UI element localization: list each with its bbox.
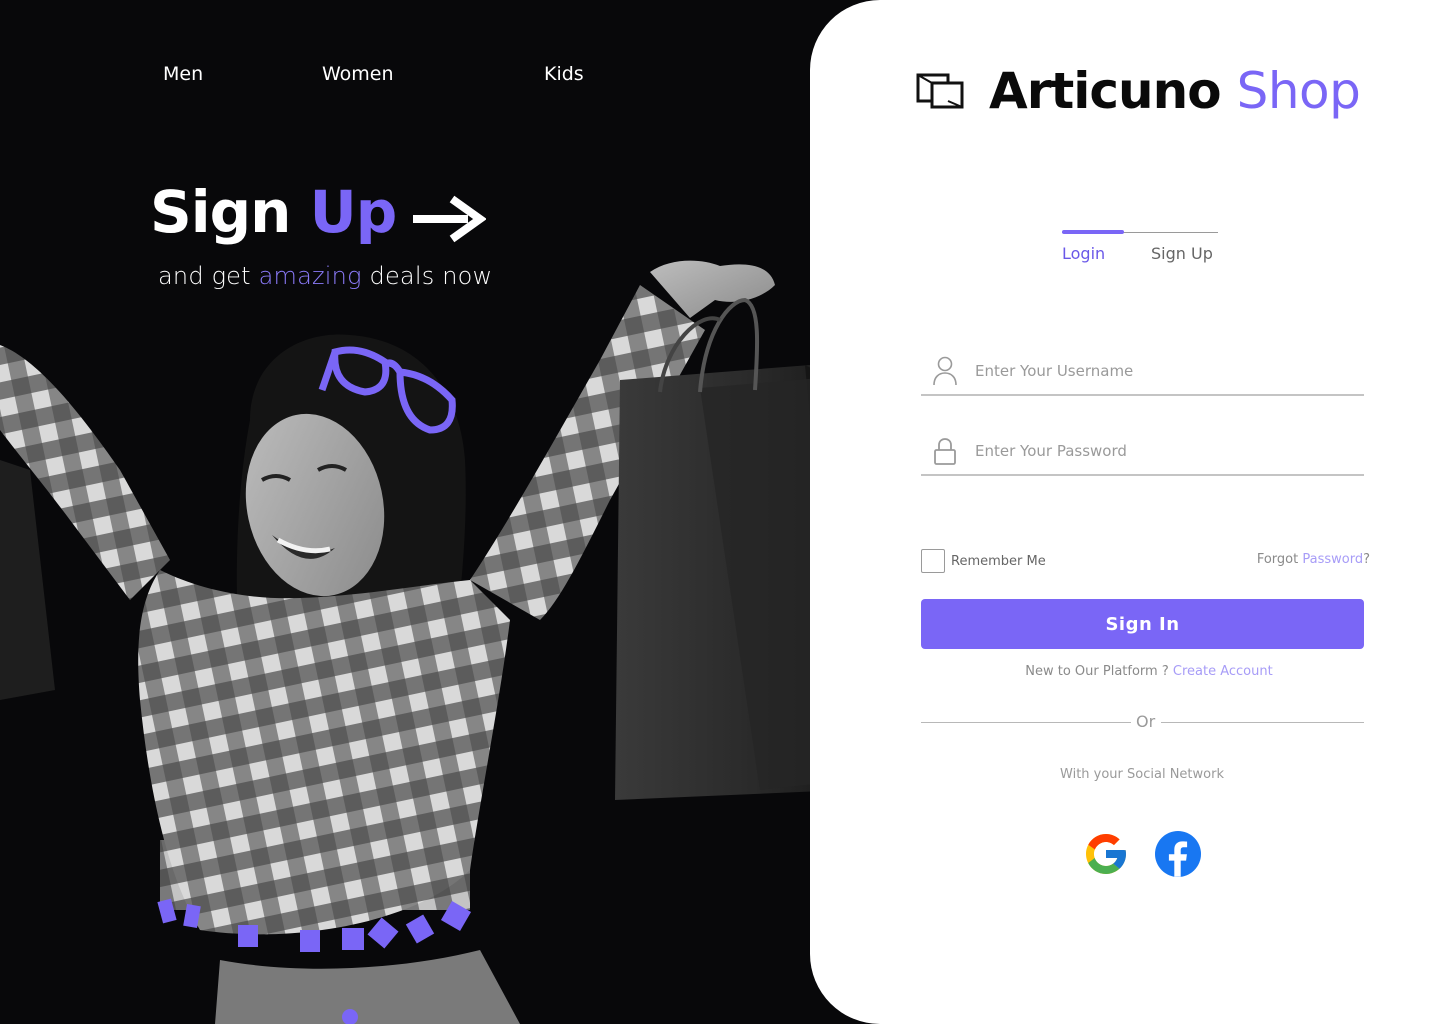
hero-photo (0, 260, 860, 1024)
remember-me[interactable]: Remember Me (921, 549, 1046, 573)
hero-title-main: Sign (150, 178, 291, 246)
brand-name: Articuno (989, 62, 1222, 120)
nav-link-women[interactable]: Women (322, 63, 394, 85)
login-panel: Articuno Shop Login Sign Up Remember Me … (810, 0, 1440, 1024)
create-account-link[interactable]: Create Account (1173, 664, 1273, 679)
password-underline (921, 474, 1364, 476)
brand-shop-label: Shop (1236, 62, 1361, 120)
remember-me-checkbox[interactable] (921, 549, 945, 573)
hero-title: Sign Up (150, 178, 398, 246)
forgot-password-link[interactable]: Password (1302, 552, 1363, 567)
username-input[interactable] (975, 358, 1355, 384)
username-underline (921, 394, 1364, 396)
username-field (921, 352, 1364, 398)
or-divider-label: Or (1136, 712, 1156, 731)
hero-section: Men Women Kids Sign Up and get amazing d… (0, 0, 860, 1024)
new-to-platform-text: New to Our Platform ? (1025, 664, 1169, 679)
tab-login[interactable]: Login (1062, 244, 1105, 263)
social-network-label: With your Social Network (1060, 767, 1224, 782)
create-account-prompt: New to Our Platform ? Create Account (810, 664, 1440, 679)
user-icon (933, 356, 957, 386)
remember-me-label: Remember Me (951, 553, 1046, 569)
arrow-right-icon[interactable] (410, 194, 486, 244)
facebook-icon[interactable] (1154, 830, 1202, 878)
hero-title-accent: Up (309, 178, 398, 246)
nav-link-men[interactable]: Men (163, 63, 203, 85)
lock-icon (934, 438, 956, 465)
nav-link-kids[interactable]: Kids (544, 63, 584, 85)
brand: Articuno Shop (915, 62, 1361, 120)
password-field (921, 432, 1364, 478)
password-input[interactable] (975, 438, 1355, 464)
or-divider-left (921, 722, 1131, 723)
tab-sign-up[interactable]: Sign Up (1151, 244, 1213, 263)
google-icon[interactable] (1082, 830, 1130, 878)
tab-active-indicator (1062, 230, 1124, 234)
forgot-password: Forgot Password? (1257, 552, 1370, 567)
shop-logo-icon (916, 73, 964, 109)
forgot-prefix: Forgot (1256, 552, 1299, 567)
or-divider-right (1161, 722, 1364, 723)
sign-in-button[interactable]: Sign In (921, 599, 1364, 649)
forgot-suffix: ? (1363, 552, 1370, 567)
